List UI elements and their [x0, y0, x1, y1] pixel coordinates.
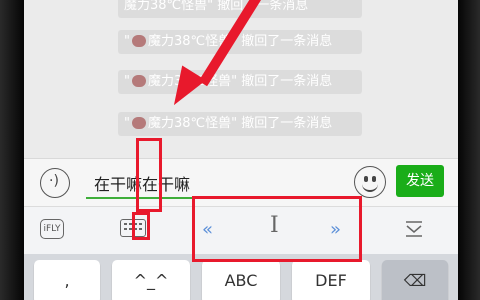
- message-input[interactable]: 在干嘛在干嘛: [86, 167, 348, 199]
- collapse-keyboard-icon[interactable]: [404, 219, 424, 239]
- avatar-icon: [131, 116, 146, 129]
- avatar-icon: [131, 34, 146, 47]
- highlight-cursor-box: [136, 138, 162, 212]
- recall-notice: "魔力38℃怪兽" 撤回了一条消息: [118, 112, 362, 136]
- voice-icon: ·): [49, 173, 59, 189]
- key-abc[interactable]: ABC: [202, 260, 280, 300]
- recall-notice: "魔力38℃怪兽" 撤回了一条消息: [118, 70, 362, 94]
- key-comma[interactable]: ,: [34, 260, 100, 300]
- phone-frame: 魔力38℃怪兽" 撤回了一条消息 "魔力38℃怪兽" 撤回了一条消息 "魔力38…: [0, 0, 480, 300]
- emoji-button[interactable]: [354, 166, 386, 198]
- avatar-icon: [131, 74, 146, 87]
- phone-bezel-right: [458, 0, 480, 300]
- ime-logo-icon[interactable]: iFLY: [40, 219, 64, 239]
- highlight-cursor-controls-box: [192, 196, 362, 262]
- emoji-icon: [364, 176, 368, 182]
- highlight-keyboard-icon-box: [132, 212, 150, 240]
- key-backspace[interactable]: ⌫: [382, 260, 448, 300]
- send-button[interactable]: 发送: [396, 165, 444, 197]
- phone-screen: 魔力38℃怪兽" 撤回了一条消息 "魔力38℃怪兽" 撤回了一条消息 "魔力38…: [24, 0, 458, 300]
- phone-bezel-left: [0, 0, 24, 300]
- key-def[interactable]: DEF: [292, 260, 370, 300]
- voice-button[interactable]: ·): [40, 168, 70, 198]
- key-emoticon[interactable]: ^_^: [112, 260, 190, 300]
